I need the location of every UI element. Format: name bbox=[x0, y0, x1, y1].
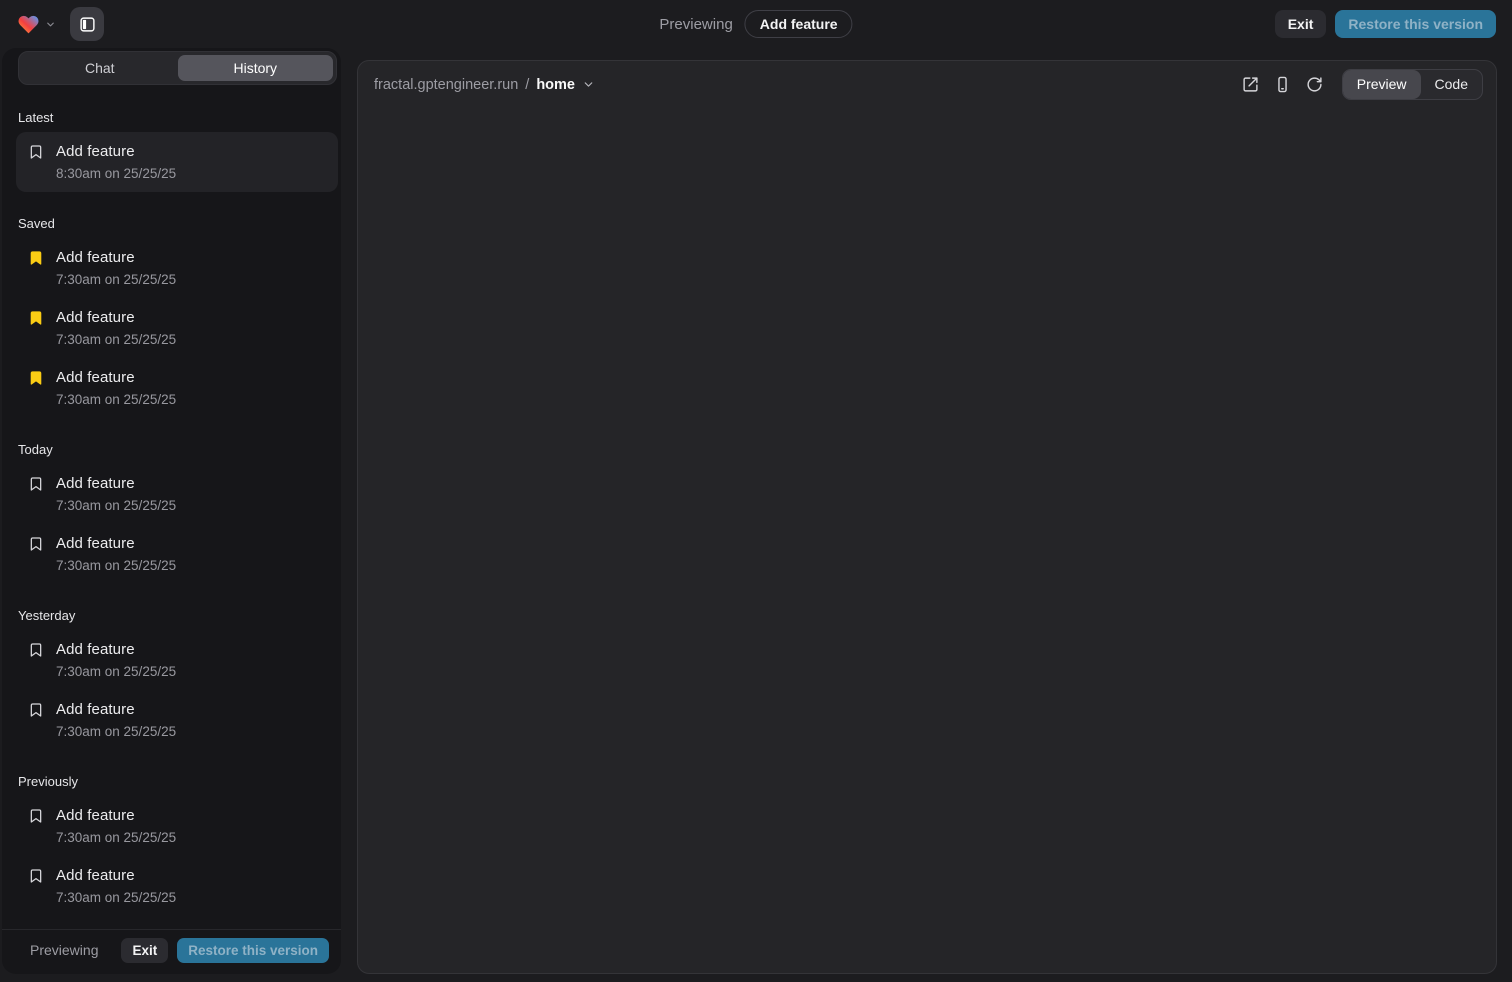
history-item[interactable]: Add feature 7:30am on 25/25/25 bbox=[16, 524, 338, 584]
history-item-title: Add feature bbox=[56, 369, 135, 386]
previewing-status-label: Previewing bbox=[659, 16, 732, 33]
history-item-title: Add feature bbox=[56, 535, 135, 552]
sidebar-toggle-button[interactable] bbox=[70, 7, 104, 41]
panel-left-icon bbox=[79, 16, 96, 33]
history-item[interactable]: Add feature 7:30am on 25/25/25 bbox=[16, 796, 338, 856]
bookmark-outline-icon bbox=[28, 808, 44, 824]
bookmark-outline-icon bbox=[28, 642, 44, 658]
history-item-title: Add feature bbox=[56, 249, 135, 266]
chevron-down-icon bbox=[45, 19, 56, 30]
tab-preview[interactable]: Preview bbox=[1343, 70, 1421, 99]
history-section: Today Add feature 7:30am on 25/25/25 Add… bbox=[16, 442, 338, 584]
section-label: Latest bbox=[18, 110, 336, 125]
history-section: Saved Add feature 7:30am on 25/25/25 Add… bbox=[16, 216, 338, 418]
tab-code[interactable]: Code bbox=[1421, 70, 1482, 99]
history-item-title: Add feature bbox=[56, 807, 135, 824]
section-label: Today bbox=[18, 442, 336, 457]
mobile-preview-button[interactable] bbox=[1268, 69, 1298, 99]
section-label: Previously bbox=[18, 774, 336, 789]
history-item-timestamp: 7:30am on 25/25/25 bbox=[56, 830, 326, 845]
section-label: Yesterday bbox=[18, 608, 336, 623]
history-section: Yesterday Add feature 7:30am on 25/25/25… bbox=[16, 608, 338, 750]
history-item-timestamp: 7:30am on 25/25/25 bbox=[56, 664, 326, 679]
bookmark-outline-icon bbox=[28, 144, 44, 160]
history-item-title: Add feature bbox=[56, 475, 135, 492]
history-section: Previously Add feature 7:30am on 25/25/2… bbox=[16, 774, 338, 916]
bookmark-outline-icon bbox=[28, 702, 44, 718]
history-list: Latest Add feature 8:30am on 25/25/25 Sa… bbox=[2, 85, 341, 929]
history-item[interactable]: Add feature 7:30am on 25/25/25 bbox=[16, 856, 338, 916]
preview-viewport bbox=[358, 108, 1496, 973]
refresh-button[interactable] bbox=[1300, 69, 1330, 99]
open-external-icon bbox=[1242, 76, 1259, 93]
breadcrumb-site: fractal.gptengineer.run bbox=[374, 77, 518, 93]
section-label: Saved bbox=[18, 216, 336, 231]
heart-logo-icon bbox=[16, 13, 41, 36]
history-item-timestamp: 7:30am on 25/25/25 bbox=[56, 272, 326, 287]
sidebar-footer: Previewing Exit Restore this version bbox=[2, 929, 341, 975]
history-item-title: Add feature bbox=[56, 641, 135, 658]
bookmark-outline-icon bbox=[28, 868, 44, 884]
preview-panel: fractal.gptengineer.run / home bbox=[357, 60, 1497, 974]
history-item-timestamp: 7:30am on 25/25/25 bbox=[56, 558, 326, 573]
version-pill[interactable]: Add feature bbox=[745, 10, 853, 38]
history-section: Latest Add feature 8:30am on 25/25/25 bbox=[16, 110, 338, 192]
history-item[interactable]: Add feature 7:30am on 25/25/25 bbox=[16, 238, 338, 298]
sidebar-tabs: Chat History bbox=[18, 51, 337, 85]
history-item-title: Add feature bbox=[56, 867, 135, 884]
exit-button[interactable]: Exit bbox=[1275, 10, 1327, 38]
breadcrumb[interactable]: fractal.gptengineer.run / home bbox=[374, 77, 595, 93]
history-item[interactable]: Add feature 7:30am on 25/25/25 bbox=[16, 464, 338, 524]
tab-chat[interactable]: Chat bbox=[22, 55, 178, 81]
history-item[interactable]: Add feature 7:30am on 25/25/25 bbox=[16, 298, 338, 358]
history-item-timestamp: 7:30am on 25/25/25 bbox=[56, 498, 326, 513]
history-item-timestamp: 7:30am on 25/25/25 bbox=[56, 392, 326, 407]
history-item[interactable]: Add feature 7:30am on 25/25/25 bbox=[16, 630, 338, 690]
history-item-title: Add feature bbox=[56, 701, 135, 718]
footer-exit-button[interactable]: Exit bbox=[121, 938, 168, 964]
footer-restore-button[interactable]: Restore this version bbox=[177, 938, 329, 964]
view-toggle: Preview Code bbox=[1342, 69, 1483, 100]
history-item-title: Add feature bbox=[56, 309, 135, 326]
refresh-icon bbox=[1306, 76, 1323, 93]
restore-version-button[interactable]: Restore this version bbox=[1335, 10, 1496, 38]
workspace: Chat History Latest Add feature 8:30am o… bbox=[0, 48, 1512, 982]
history-item-title: Add feature bbox=[56, 143, 135, 160]
history-item[interactable]: Add feature 7:30am on 25/25/25 bbox=[16, 690, 338, 750]
bookmark-filled-icon bbox=[28, 310, 44, 326]
preview-panel-header: fractal.gptengineer.run / home bbox=[358, 61, 1496, 108]
bookmark-outline-icon bbox=[28, 536, 44, 552]
topbar: Previewing Add feature Exit Restore this… bbox=[0, 0, 1512, 48]
history-item-timestamp: 7:30am on 25/25/25 bbox=[56, 724, 326, 739]
chevron-down-icon bbox=[582, 78, 595, 91]
history-item[interactable]: Add feature 7:30am on 25/25/25 bbox=[16, 358, 338, 418]
history-item[interactable]: Add feature 8:30am on 25/25/25 bbox=[16, 132, 338, 192]
footer-previewing-label: Previewing bbox=[30, 942, 98, 958]
breadcrumb-separator: / bbox=[525, 77, 529, 93]
open-external-button[interactable] bbox=[1236, 69, 1266, 99]
breadcrumb-page: home bbox=[536, 77, 575, 93]
bookmark-filled-icon bbox=[28, 370, 44, 386]
tab-history[interactable]: History bbox=[178, 55, 334, 81]
history-item-timestamp: 8:30am on 25/25/25 bbox=[56, 166, 326, 181]
history-item-timestamp: 7:30am on 25/25/25 bbox=[56, 332, 326, 347]
lovable-logo[interactable] bbox=[16, 13, 56, 36]
bookmark-outline-icon bbox=[28, 476, 44, 492]
bookmark-filled-icon bbox=[28, 250, 44, 266]
history-sidebar: Chat History Latest Add feature 8:30am o… bbox=[2, 48, 341, 974]
mobile-preview-icon bbox=[1274, 76, 1291, 93]
history-item-timestamp: 7:30am on 25/25/25 bbox=[56, 890, 326, 905]
